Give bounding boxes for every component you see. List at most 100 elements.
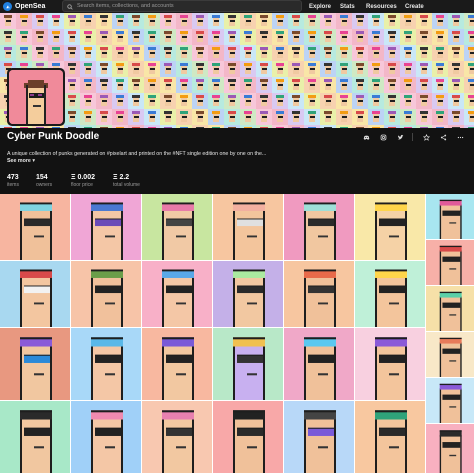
nft-card[interactable] xyxy=(284,194,354,260)
banner-tile xyxy=(400,109,416,125)
banner-tile xyxy=(64,93,80,109)
nft-card[interactable] xyxy=(213,401,283,473)
nft-card[interactable] xyxy=(355,328,425,400)
search-input[interactable] xyxy=(77,3,297,9)
star-icon[interactable] xyxy=(420,132,432,142)
banner-tile xyxy=(352,29,368,45)
stat-floor-value: 0.002 xyxy=(77,174,95,181)
banner-tile xyxy=(48,13,64,29)
nav-link-explore[interactable]: Explore xyxy=(309,4,331,10)
brand-logo[interactable]: OpenSea xyxy=(3,2,45,11)
share-icon[interactable] xyxy=(437,132,449,142)
nft-card[interactable] xyxy=(71,401,141,473)
banner-tile xyxy=(224,29,240,45)
banner-tile xyxy=(128,29,144,45)
eth-icon: Ξ xyxy=(113,174,118,181)
banner-tile xyxy=(288,29,304,45)
stat-items[interactable]: 473 items xyxy=(7,174,19,188)
banner-tile xyxy=(272,109,288,125)
nav-link-create[interactable]: Create xyxy=(405,4,424,10)
nav-link-resources[interactable]: Resources xyxy=(366,4,397,10)
collection-title: Cyber Punk Doodle xyxy=(7,131,100,142)
banner-tile xyxy=(416,13,432,29)
banner-tile xyxy=(368,109,384,125)
twitter-icon[interactable] xyxy=(394,132,406,142)
nft-card[interactable] xyxy=(426,378,474,423)
nft-card[interactable] xyxy=(426,194,474,239)
banner-tile xyxy=(64,61,80,77)
nft-card[interactable] xyxy=(426,332,474,377)
banner-tile xyxy=(304,93,320,109)
banner-tile xyxy=(464,109,474,125)
nft-card[interactable] xyxy=(142,401,212,473)
stat-items-label: items xyxy=(7,182,19,188)
banner-tile xyxy=(320,61,336,77)
nft-card[interactable] xyxy=(71,261,141,327)
nft-card[interactable] xyxy=(426,286,474,331)
nft-card[interactable] xyxy=(355,194,425,260)
nft-card[interactable] xyxy=(142,194,212,260)
banner-tile xyxy=(64,29,80,45)
banner-tile xyxy=(192,13,208,29)
nft-card[interactable] xyxy=(426,424,474,473)
banner-tile xyxy=(240,93,256,109)
banner-tile xyxy=(464,29,474,45)
stat-total-volume[interactable]: Ξ 2.2 total volume xyxy=(113,174,140,188)
banner-tile xyxy=(96,13,112,29)
stat-owners-value: 154 xyxy=(36,174,48,181)
nft-card[interactable] xyxy=(0,261,70,327)
nav-link-stats[interactable]: Stats xyxy=(340,4,355,10)
nft-card[interactable] xyxy=(71,194,141,260)
banner-tile xyxy=(128,13,144,29)
stat-floor-price[interactable]: Ξ 0.002 floor price xyxy=(71,174,95,188)
banner-tile xyxy=(64,77,80,93)
more-icon[interactable] xyxy=(454,132,466,142)
nft-card[interactable] xyxy=(213,261,283,327)
banner-tile xyxy=(128,45,144,61)
nft-card[interactable] xyxy=(213,194,283,260)
banner-tile xyxy=(464,93,474,109)
banner-tile xyxy=(448,61,464,77)
banner-tile xyxy=(160,45,176,61)
nft-card[interactable] xyxy=(71,328,141,400)
stat-owners[interactable]: 154 owners xyxy=(36,174,52,188)
banner-tile xyxy=(176,93,192,109)
nft-card[interactable] xyxy=(142,261,212,327)
nft-card[interactable] xyxy=(142,328,212,400)
nft-card[interactable] xyxy=(426,240,474,285)
nft-card[interactable] xyxy=(0,194,70,260)
banner-tile xyxy=(32,29,48,45)
banner-tile xyxy=(320,13,336,29)
banner-tile xyxy=(304,109,320,125)
discord-icon[interactable] xyxy=(360,132,372,142)
banner-tile xyxy=(368,77,384,93)
banner-tile xyxy=(272,13,288,29)
banner-tile xyxy=(144,61,160,77)
banner-tile xyxy=(240,13,256,29)
nft-card[interactable] xyxy=(0,328,70,400)
nft-card[interactable] xyxy=(213,328,283,400)
nft-card[interactable] xyxy=(284,328,354,400)
nft-card[interactable] xyxy=(284,401,354,473)
nft-card[interactable] xyxy=(355,401,425,473)
banner-tile xyxy=(224,13,240,29)
nft-card[interactable] xyxy=(355,261,425,327)
banner-tile xyxy=(144,93,160,109)
banner-tile xyxy=(288,13,304,29)
banner-tile xyxy=(176,109,192,125)
banner-tile xyxy=(80,29,96,45)
banner-tile xyxy=(384,29,400,45)
actions-divider xyxy=(412,133,413,141)
brand-name: OpenSea xyxy=(15,3,46,10)
banner-tile xyxy=(112,77,128,93)
search-bar[interactable] xyxy=(62,0,302,12)
see-more-link[interactable]: See more ▾ xyxy=(7,158,35,164)
banner-tile xyxy=(432,13,448,29)
nft-image xyxy=(0,194,70,260)
banner-tile xyxy=(400,93,416,109)
instagram-icon[interactable] xyxy=(377,132,389,142)
nft-card[interactable] xyxy=(0,401,70,473)
nft-image xyxy=(71,261,141,327)
nft-card[interactable] xyxy=(284,261,354,327)
banner-tile xyxy=(272,29,288,45)
